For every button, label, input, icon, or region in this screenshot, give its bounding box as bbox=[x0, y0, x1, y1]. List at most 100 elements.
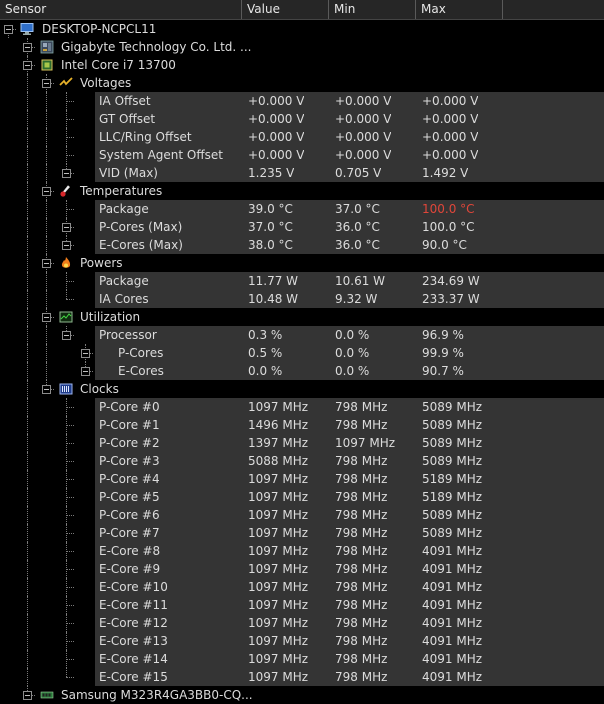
tree-guide-line bbox=[27, 506, 28, 524]
sensor-row[interactable]: P-Core #4 1097 MHz 798 MHz 5189 MHz bbox=[0, 470, 604, 488]
tree-guide-line bbox=[27, 218, 28, 236]
sensor-row[interactable]: VID (Max) 1.235 V 0.705 V 1.492 V bbox=[0, 164, 604, 182]
sensor-row[interactable]: System Agent Offset +0.000 V +0.000 V +0.00… bbox=[0, 146, 604, 164]
tree-expander[interactable] bbox=[62, 241, 71, 250]
sensor-value: 1397 MHz bbox=[248, 436, 309, 450]
column-header-min[interactable]: Min bbox=[329, 0, 416, 19]
sensor-value: +0.000 V bbox=[248, 148, 305, 162]
sensor-value: 1097 MHz bbox=[248, 400, 309, 414]
sensor-row[interactable]: P-Core #1 1496 MHz 798 MHz 5089 MHz bbox=[0, 416, 604, 434]
tree-expander[interactable] bbox=[81, 349, 90, 358]
tree-expander[interactable] bbox=[42, 313, 51, 322]
sensor-row[interactable]: P-Core #2 1397 MHz 1097 MHz 5089 MHz bbox=[0, 434, 604, 452]
tree-guide-line bbox=[66, 407, 74, 408]
tree-group-row[interactable]: Clocks bbox=[0, 380, 604, 398]
tree-group-row[interactable]: Powers bbox=[0, 254, 604, 272]
memory-icon bbox=[40, 691, 54, 699]
tree-expander[interactable] bbox=[81, 367, 90, 376]
sensor-row[interactable]: Package 39.0 °C 37.0 °C 100.0 °C bbox=[0, 200, 604, 218]
sensor-row[interactable]: P-Core #5 1097 MHz 798 MHz 5189 MHz bbox=[0, 488, 604, 506]
sensor-label: P-Core #3 bbox=[99, 454, 160, 468]
sensor-min: 798 MHz bbox=[335, 490, 388, 504]
sensor-max: 96.9 % bbox=[422, 328, 464, 342]
sensor-row[interactable]: Processor 0.3 % 0.0 % 96.9 % bbox=[0, 326, 604, 344]
sensor-max: +0.000 V bbox=[422, 148, 479, 162]
sensor-value: 0.3 % bbox=[248, 328, 283, 342]
tree-guide-line bbox=[46, 164, 47, 182]
sensor-row[interactable]: GT Offset +0.000 V +0.000 V +0.000 V bbox=[0, 110, 604, 128]
tree-expander[interactable] bbox=[42, 187, 51, 196]
sensor-row[interactable]: E-Core #12 1097 MHz 798 MHz 4091 MHz bbox=[0, 614, 604, 632]
tree-expander[interactable] bbox=[62, 223, 71, 232]
tree-guide-line bbox=[27, 290, 28, 308]
sensor-row[interactable]: IA Offset +0.000 V +0.000 V +0.000 V bbox=[0, 92, 604, 110]
column-header-sensor[interactable]: Sensor bbox=[0, 0, 242, 19]
voltage-icon bbox=[59, 77, 73, 86]
sensor-row[interactable]: E-Core #14 1097 MHz 798 MHz 4091 MHz bbox=[0, 650, 604, 668]
flame-icon bbox=[61, 257, 71, 268]
sensor-row[interactable]: E-Core #9 1097 MHz 798 MHz 4091 MHz bbox=[0, 560, 604, 578]
sensor-row[interactable]: P-Core #7 1097 MHz 798 MHz 5089 MHz bbox=[0, 524, 604, 542]
sensor-row[interactable]: P-Core #0 1097 MHz 798 MHz 5089 MHz bbox=[0, 398, 604, 416]
tree-guide-line bbox=[66, 209, 74, 210]
tree-guide-line bbox=[66, 290, 67, 299]
sensor-row[interactable]: P-Cores 0.5 % 0.0 % 99.9 % bbox=[0, 344, 604, 362]
sensor-row[interactable]: P-Core #6 1097 MHz 798 MHz 5089 MHz bbox=[0, 506, 604, 524]
sensor-max: 100.0 °C bbox=[422, 202, 475, 216]
tree-guide-line bbox=[46, 110, 47, 128]
tree-group-row[interactable]: DESKTOP-NCPCL11 bbox=[0, 20, 604, 38]
tree-guide-line bbox=[66, 569, 74, 570]
sensor-row[interactable]: P-Core #3 5088 MHz 798 MHz 5089 MHz bbox=[0, 452, 604, 470]
sensor-value: 1496 MHz bbox=[248, 418, 309, 432]
tree-expander[interactable] bbox=[42, 259, 51, 268]
tree-group-row[interactable]: Gigabyte Technology Co. Ltd. ... bbox=[0, 38, 604, 56]
sensor-min: 9.32 W bbox=[335, 292, 378, 306]
sensor-min: 798 MHz bbox=[335, 616, 388, 630]
tree-group-row[interactable]: Temperatures bbox=[0, 182, 604, 200]
tree-expander[interactable] bbox=[4, 25, 13, 34]
tree-guide-line bbox=[27, 416, 28, 434]
tree-guide-line bbox=[27, 164, 28, 182]
tree-group-row[interactable]: Voltages bbox=[0, 74, 604, 92]
sensor-row[interactable]: LLC/Ring Offset +0.000 V +0.000 V +0.000 V bbox=[0, 128, 604, 146]
sensor-max: 5089 MHz bbox=[422, 436, 483, 450]
sensor-label: Powers bbox=[80, 256, 123, 270]
tree-guide-line bbox=[27, 488, 28, 506]
tree-expander[interactable] bbox=[62, 331, 71, 340]
tree-guide-line bbox=[27, 308, 28, 326]
sensor-label: Gigabyte Technology Co. Ltd. ... bbox=[61, 40, 252, 54]
sensor-row[interactable]: E-Core #11 1097 MHz 798 MHz 4091 MHz bbox=[0, 596, 604, 614]
sensor-max: 5189 MHz bbox=[422, 472, 483, 486]
sensor-row[interactable]: E-Core #10 1097 MHz 798 MHz 4091 MHz bbox=[0, 578, 604, 596]
sensor-label: Samsung M323R4GA3BB0-CQ... bbox=[61, 688, 253, 702]
tree-expander[interactable] bbox=[23, 43, 32, 52]
sensor-max: 90.7 % bbox=[422, 364, 464, 378]
tree-guide-line bbox=[27, 254, 28, 272]
tree-group-row[interactable]: Intel Core i7 13700 bbox=[0, 56, 604, 74]
tree-expander[interactable] bbox=[42, 385, 51, 394]
sensor-row[interactable]: E-Core #8 1097 MHz 798 MHz 4091 MHz bbox=[0, 542, 604, 560]
sensor-min: 798 MHz bbox=[335, 418, 388, 432]
tree-group-row[interactable]: Utilization bbox=[0, 308, 604, 326]
sensor-row[interactable]: P-Cores (Max) 37.0 °C 36.0 °C 100.0 °C bbox=[0, 218, 604, 236]
tree-guide-line bbox=[46, 218, 47, 236]
tree-expander[interactable] bbox=[62, 169, 71, 178]
sensor-label: Utilization bbox=[80, 310, 141, 324]
tree-expander[interactable] bbox=[42, 79, 51, 88]
sensor-min: +0.000 V bbox=[335, 148, 392, 162]
sensor-label: Package bbox=[99, 202, 149, 216]
sensor-row[interactable]: E-Cores 0.0 % 0.0 % 90.7 % bbox=[0, 362, 604, 380]
sensor-row[interactable]: E-Core #13 1097 MHz 798 MHz 4091 MHz bbox=[0, 632, 604, 650]
column-header-max[interactable]: Max bbox=[416, 0, 503, 19]
computer-icon bbox=[20, 23, 34, 35]
thermometer-icon bbox=[60, 185, 71, 197]
tree-group-row[interactable]: Samsung M323R4GA3BB0-CQ... bbox=[0, 686, 604, 704]
column-header-value[interactable]: Value bbox=[242, 0, 329, 19]
sensor-row[interactable]: E-Cores (Max) 38.0 °C 36.0 °C 90.0 °C bbox=[0, 236, 604, 254]
sensor-row[interactable]: E-Core #15 1097 MHz 798 MHz 4091 MHz bbox=[0, 668, 604, 686]
tree-expander[interactable] bbox=[23, 61, 32, 70]
sensor-row[interactable]: Package 11.77 W 10.61 W 234.69 W bbox=[0, 272, 604, 290]
tree-guide-line bbox=[66, 425, 74, 426]
sensor-row[interactable]: IA Cores 10.48 W 9.32 W 233.37 W bbox=[0, 290, 604, 308]
sensor-value: 11.77 W bbox=[248, 274, 299, 288]
